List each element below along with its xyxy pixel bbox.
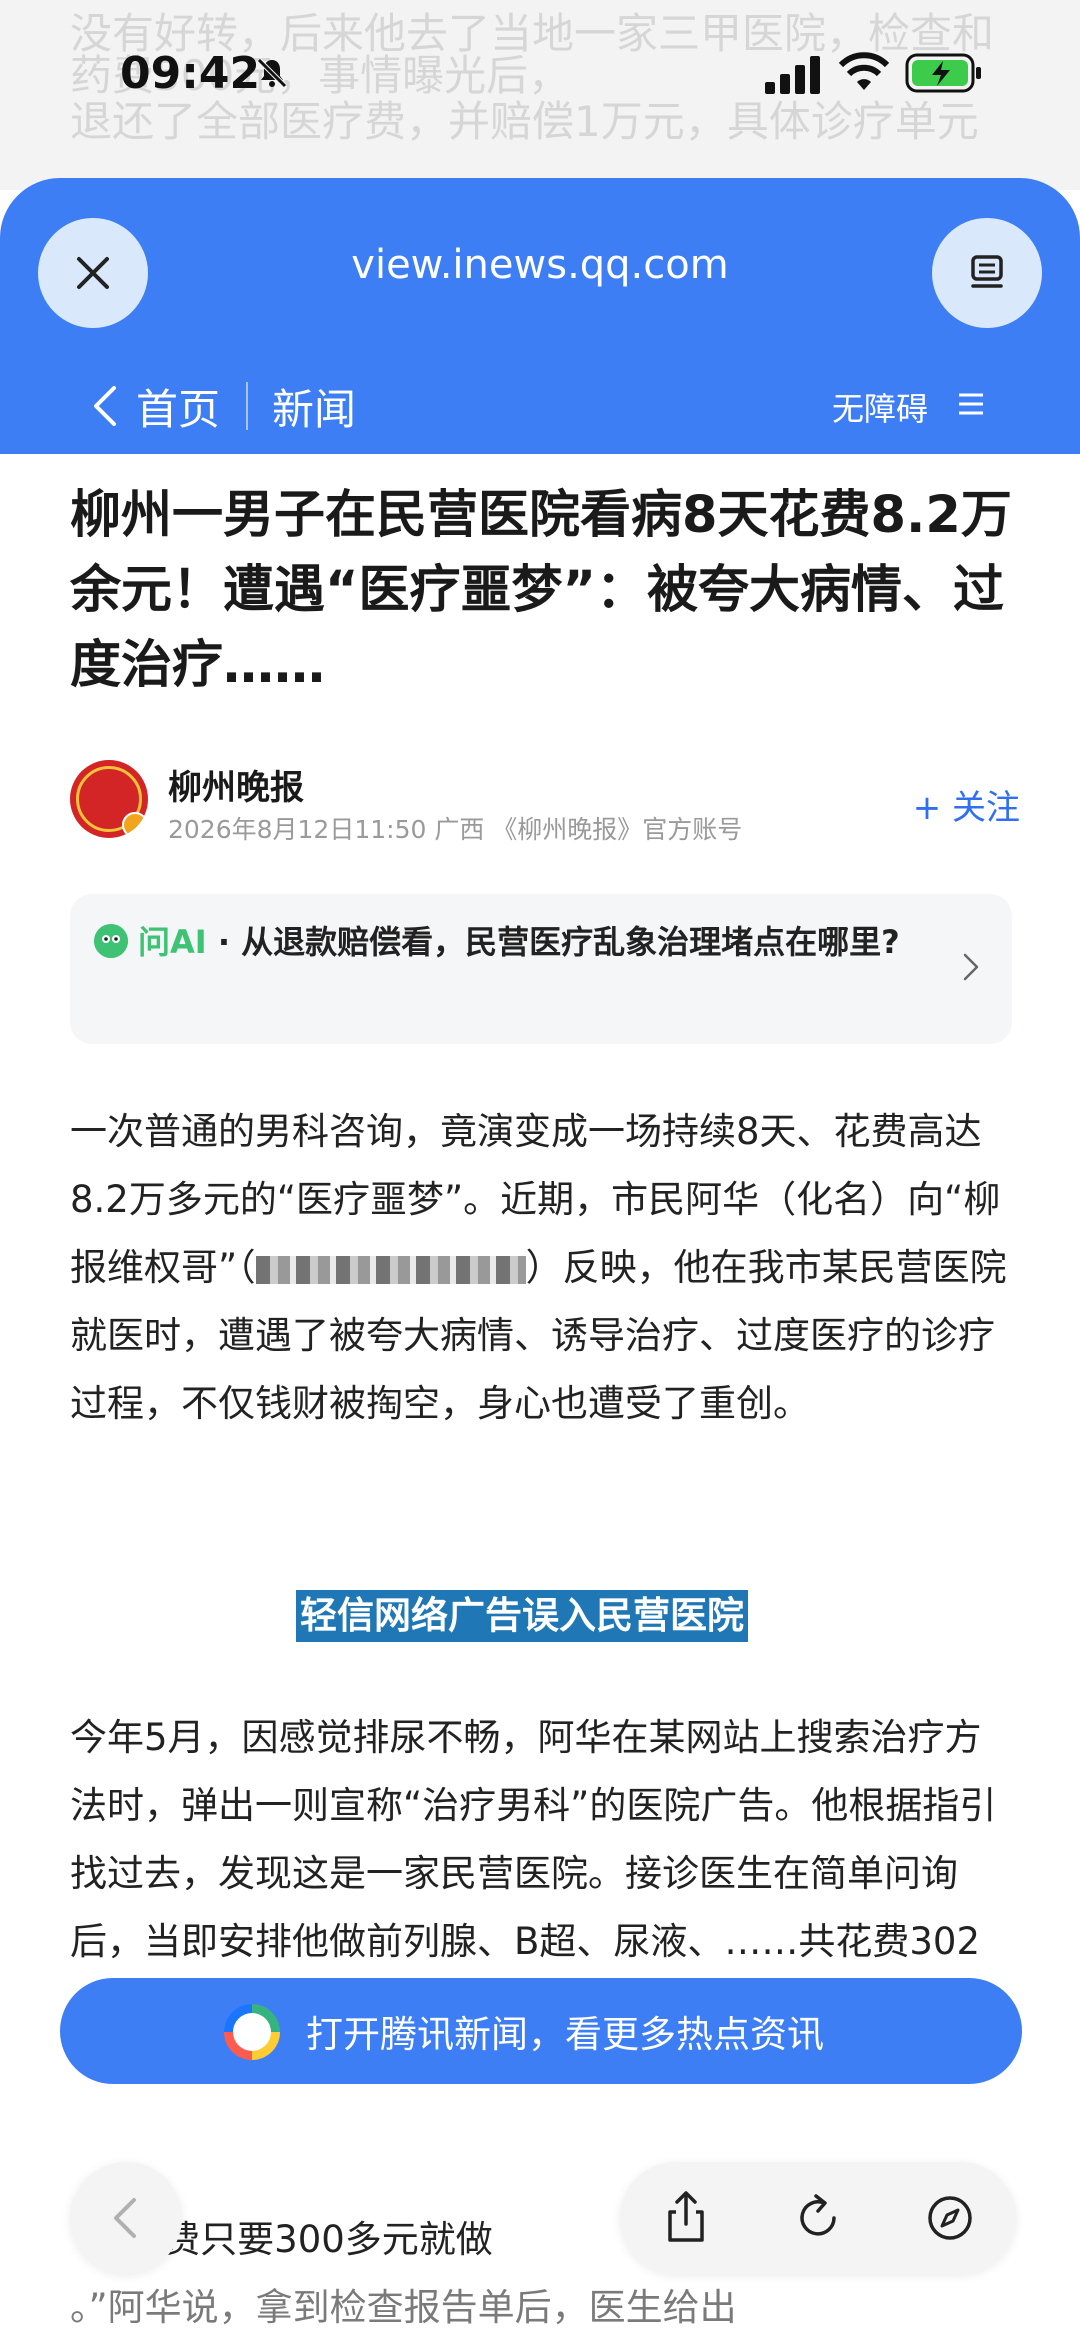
status-bar: 09:42 [0, 40, 1080, 120]
menu-icon[interactable] [958, 392, 984, 416]
chevron-right-icon [963, 953, 979, 981]
refresh-icon[interactable] [788, 2188, 848, 2248]
browser-header: view.inews.qq.com 首页 新闻 无障碍 [0, 178, 1080, 454]
page-domain: view.inews.qq.com [351, 242, 729, 288]
author-avatar[interactable] [70, 760, 148, 838]
redacted-contact [255, 1255, 526, 1284]
section-subheading: 轻信网络广告误入民营医院 [296, 1590, 748, 1642]
chevron-left-icon[interactable] [90, 384, 120, 428]
compass-icon[interactable] [920, 2188, 980, 2248]
share-icon[interactable] [656, 2188, 716, 2248]
open-app-text: 打开腾讯新闻，看更多热点资讯 [306, 2013, 824, 2056]
ask-ai-text: 问AI · 从退款赔偿看，民营医疗乱象治理堵点在哪里? [138, 916, 938, 968]
author-name[interactable]: 柳州晚报 [168, 760, 304, 809]
reader-mode-icon [971, 255, 1003, 288]
article-headline: 柳州一男子在民营医院看病8天花费8.2万余元！遭遇“医疗噩梦”：被夸大病情、过度… [70, 486, 1012, 695]
nav-divider [246, 382, 248, 430]
status-time: 09:42 [120, 48, 261, 99]
accessibility-button[interactable]: 无障碍 [832, 384, 928, 430]
open-app-banner[interactable]: 打开腾讯新闻，看更多热点资讯 [60, 1978, 1022, 2084]
verified-badge-icon [122, 812, 148, 838]
author-row: 柳州晚报 2026年8月12日11:50 广西 《柳州晚报》官方账号 + 关注 [70, 760, 1020, 844]
mute-bell-icon [257, 58, 287, 88]
nav-home-link[interactable]: 首页 [136, 376, 220, 437]
battery-charging-icon [905, 53, 981, 93]
back-button[interactable] [70, 2162, 182, 2274]
ask-ai-label: 问AI [138, 923, 207, 961]
reader-mode-button[interactable] [932, 218, 1042, 328]
chevron-left-icon [114, 2198, 136, 2238]
ask-ai-question: · 从退款赔偿看，民营医疗乱象治理堵点在哪里? [206, 923, 900, 961]
tencent-news-logo-icon [224, 2004, 280, 2060]
author-meta: 2026年8月12日11:50 广西 《柳州晚报》官方账号 [168, 815, 743, 844]
follow-button[interactable]: + 关注 [913, 780, 1020, 829]
article-paragraph: 一次普通的男科咨询，竟演变成一场持续8天、花费高达8.2万多元的“医疗噩梦”。近… [70, 1098, 1012, 1438]
ai-assistant-icon [94, 924, 128, 958]
wifi-icon [838, 52, 890, 90]
browser-toolbar [620, 2162, 1016, 2274]
nav-news-link[interactable]: 新闻 [272, 376, 356, 437]
cellular-signal-icon [765, 56, 820, 94]
ask-ai-card[interactable]: 问AI · 从退款赔偿看，民营医疗乱象治理堵点在哪里? [70, 894, 1012, 1044]
article-nav: 首页 新闻 无障碍 [0, 370, 1080, 440]
